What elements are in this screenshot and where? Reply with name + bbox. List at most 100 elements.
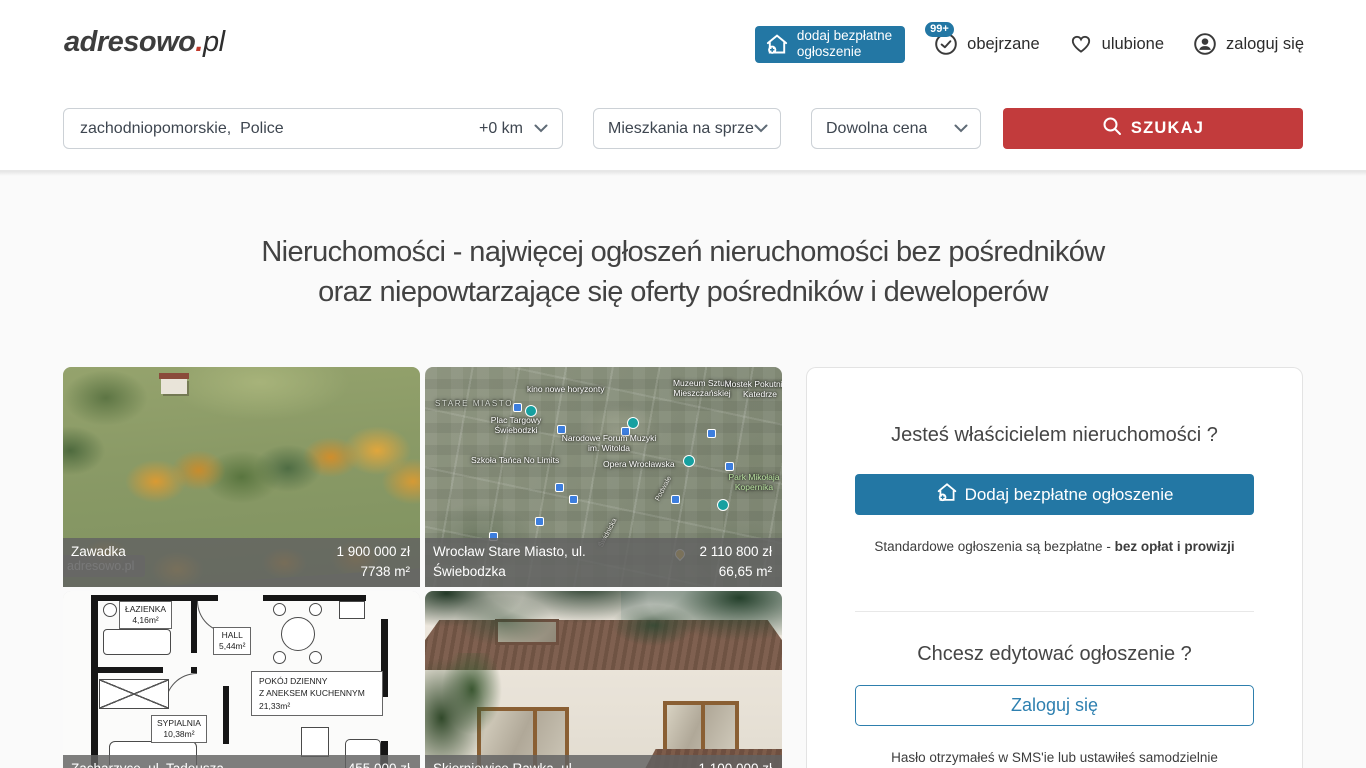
add-listing-label: dodaj bezpłatne ogłoszenie (797, 28, 892, 60)
main-content: Nieruchomości - najwięcej ogłoszeń nieru… (0, 171, 1366, 768)
site-logo[interactable]: adresowo.pl (64, 26, 225, 59)
map-label: Szkoła Tańca No Limits (471, 455, 559, 465)
listing-price-area: 455 000 zł (348, 759, 410, 768)
owner-heading: Jesteś właścicielem nieruchomości ? (855, 424, 1254, 447)
price-value: Dowolna cena (826, 120, 927, 138)
chevron-down-icon (534, 120, 548, 138)
listing-card[interactable]: STARE MIASTO kino nowe horyzonty Muzeum … (425, 367, 782, 587)
plan-armchair (301, 727, 329, 757)
location-input[interactable]: zachodniopomorskie, Police +0 km (63, 108, 563, 149)
listing-location: Zacharzyce, ul. Tadeusza (71, 759, 224, 768)
map-label: Park Mikołaja Kopernika (715, 472, 782, 492)
plan-wardrobe (99, 679, 169, 709)
owner-section: Jesteś właścicielem nieruchomości ? Doda… (807, 368, 1302, 612)
header-nav: dodaj bezpłatne ogłoszenie 99+ obejrzane… (755, 24, 1304, 64)
plan-room-label: HALL 5,44m² (213, 627, 251, 655)
map-pin-icon (707, 429, 716, 438)
edit-note: Hasło otrzymałeś w SMS'ie lub ustawiłeś … (855, 750, 1254, 765)
listing-photo-house (425, 591, 782, 768)
plan-room-label: POKÓJ DZIENNY Z ANEKSEM KUCHENNYM 21,33m… (251, 671, 383, 716)
property-type-value: Mieszkania na sprzeda (608, 120, 754, 138)
edit-heading: Chcesz edytować ogłoszenie ? (855, 643, 1254, 666)
header-separator (0, 170, 1366, 176)
map-pin-icon (555, 483, 564, 492)
map-label: Narodowe Forum Muzyki im. Witolda (561, 433, 657, 453)
nav-item-viewed[interactable]: 99+ obejrzane (934, 32, 1039, 56)
listing-card[interactable]: Skierniewice Rawka, ul. 1 100 000 zł (425, 591, 782, 768)
chevron-down-icon (954, 120, 968, 138)
listing-price-area: 1 100 000 zł (698, 759, 772, 768)
search-button[interactable]: SZUKAJ (1003, 108, 1303, 149)
login-button[interactable]: Zaloguj się (855, 685, 1254, 726)
sidebar-add-listing-button[interactable]: Dodaj bezpłatne ogłoszenie (855, 474, 1254, 515)
user-icon (1193, 32, 1217, 56)
map-pin-icon (535, 517, 544, 526)
tree-branches (425, 591, 782, 705)
map-poi-icon (717, 499, 729, 511)
plan-wall (223, 686, 229, 744)
plan-sink (103, 603, 117, 617)
listing-caption: Skierniewice Rawka, ul. 1 100 000 zł (425, 755, 782, 768)
property-type-select[interactable]: Mieszkania na sprzeda (593, 108, 781, 149)
plan-stove (339, 601, 365, 619)
house-plus-icon (765, 33, 789, 56)
map-pin-icon (569, 495, 578, 504)
house-window (663, 701, 739, 755)
map-pin-icon (725, 462, 734, 471)
search-bar: zachodniopomorskie, Police +0 km Mieszka… (63, 108, 1303, 149)
plan-chair (273, 651, 286, 664)
owner-panel: Jesteś właścicielem nieruchomości ? Doda… (806, 367, 1303, 768)
page-title: Nieruchomości - najwięcej ogłoszeń nieru… (0, 232, 1366, 312)
listing-price: 1 100 000 zł (698, 761, 772, 768)
search-button-label: SZUKAJ (1131, 119, 1204, 138)
heart-icon (1069, 32, 1093, 56)
owner-note: Standardowe ogłoszenia są bezpłatne - be… (855, 539, 1254, 554)
listing-price-area: 2 110 800 zł 66,65 m² (699, 542, 772, 582)
search-icon (1102, 116, 1122, 141)
listing-price: 1 900 000 zł (336, 544, 410, 559)
favorites-label: ulubione (1102, 35, 1164, 54)
listing-price-area: 1 900 000 zł 7738 m² (336, 542, 410, 582)
listing-area: 66,65 m² (719, 564, 772, 579)
plan-door-arc (165, 673, 197, 705)
logo-tld: pl (203, 26, 225, 58)
map-label: Opera Wrocławska (603, 459, 675, 469)
login-label: zaloguj się (1226, 35, 1304, 54)
location-value: zachodniopomorskie, Police (80, 120, 479, 138)
plan-wall (191, 595, 197, 653)
price-select[interactable]: Dowolna cena (811, 108, 981, 149)
plan-wall (91, 595, 98, 768)
map-label: kino nowe horyzonty (527, 384, 605, 394)
map-label: Plac Targowy Świebodzki (477, 415, 555, 435)
add-listing-button[interactable]: dodaj bezpłatne ogłoszenie (755, 26, 905, 63)
sidebar-add-listing-label: Dodaj bezpłatne ogłoszenie (965, 485, 1174, 505)
viewed-label: obejrzane (967, 35, 1039, 54)
listing-location: Zawadka (71, 542, 126, 562)
listing-caption: Wrocław Stare Miasto, ul. Świebodzka 2 1… (425, 538, 782, 587)
listing-card[interactable]: ŁAZIENKA 4,16m² HALL 5,44m² SYPIALNIA 10… (63, 591, 420, 768)
plan-chair (309, 603, 322, 616)
logo-dot: . (195, 26, 203, 58)
plan-room-label: SYPIALNIA 10,38m² (151, 715, 207, 743)
aerial-house-shape (161, 379, 187, 394)
radius-value: +0 km (479, 120, 523, 138)
listing-caption: Zawadka 1 900 000 zł 7738 m² (63, 538, 420, 587)
page: adresowo.pl dodaj bezpłatne ogłoszenie 9… (0, 0, 1366, 768)
listing-photo-floorplan: ŁAZIENKA 4,16m² HALL 5,44m² SYPIALNIA 10… (63, 591, 420, 768)
plan-wall (91, 667, 163, 673)
listing-price: 2 110 800 zł (699, 544, 772, 559)
login-button-label: Zaloguj się (1011, 695, 1098, 716)
map-label: STARE MIASTO (435, 399, 513, 409)
listing-card[interactable]: adresowo.pl Zawadka 1 900 000 zł 7738 m² (63, 367, 420, 587)
check-circle-icon: 99+ (934, 32, 958, 56)
map-poi-icon (683, 455, 695, 467)
plan-chair (273, 603, 286, 616)
listing-grid: adresowo.pl Zawadka 1 900 000 zł 7738 m²… (63, 367, 782, 768)
nav-item-favorites[interactable]: ulubione (1069, 32, 1164, 56)
map-pin-icon (671, 495, 680, 504)
chevron-down-icon (754, 120, 768, 138)
nav-item-login[interactable]: zaloguj się (1193, 32, 1304, 56)
plan-bathtub (103, 629, 171, 655)
house-plus-icon (936, 482, 958, 508)
logo-text: adresowo (64, 26, 195, 58)
